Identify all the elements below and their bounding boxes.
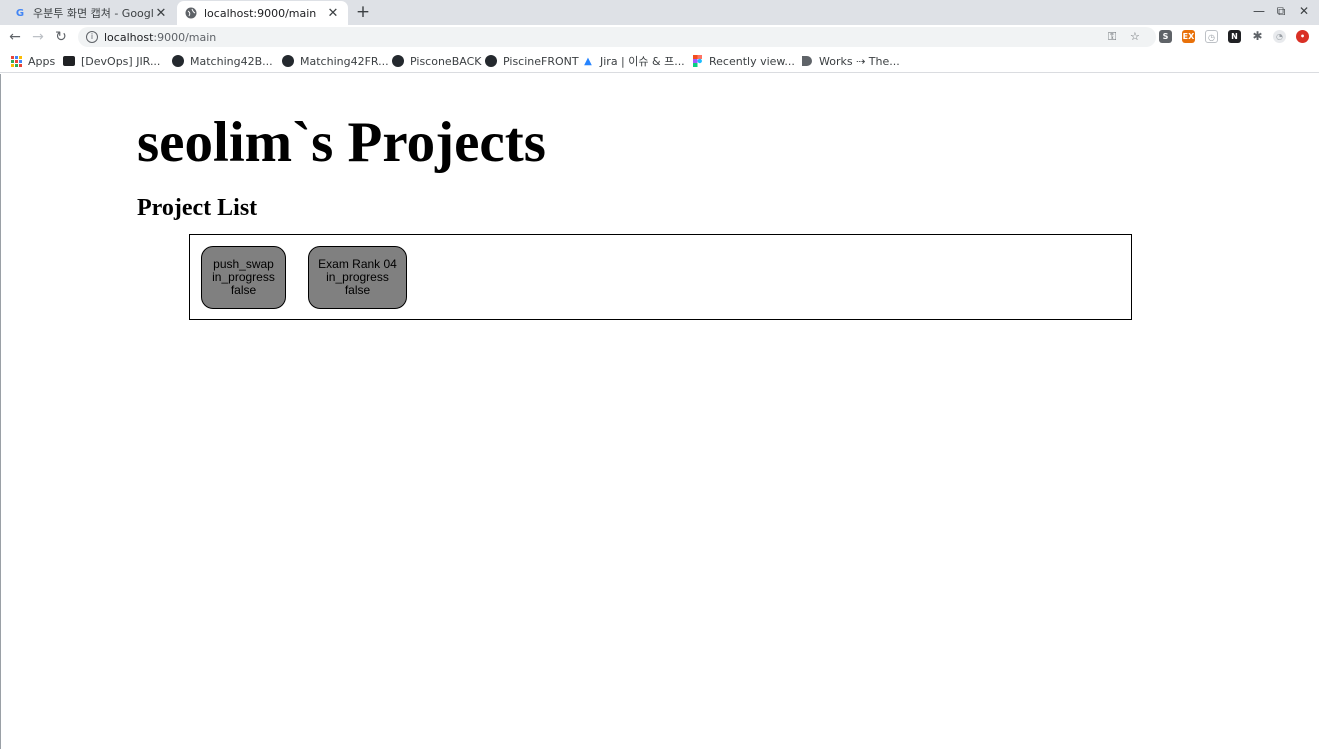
- project-flag: false: [230, 283, 257, 297]
- extension-s-icon[interactable]: S: [1159, 30, 1172, 43]
- extension-orange-icon[interactable]: EX: [1182, 30, 1195, 43]
- close-tab-icon[interactable]: ✕: [326, 6, 340, 21]
- tab-title: 우분투 화면 캡쳐 - Google 검색: [33, 7, 154, 20]
- page-viewport: seolim`s Projects Project List push_swap…: [0, 74, 1319, 749]
- address-bar[interactable]: i localhost:9000/main ⚿ ☆: [78, 27, 1156, 47]
- project-card[interactable]: Exam Rank 04 in_progress false: [308, 246, 407, 309]
- minimize-icon[interactable]: —: [1251, 4, 1267, 18]
- google-icon: G: [15, 7, 25, 19]
- bookmark-label: PiscineFRONT: [503, 54, 579, 68]
- bookmark-matching42b[interactable]: Matching42B...: [172, 53, 273, 69]
- tab-title: localhost:9000/main: [204, 6, 317, 20]
- bookmark-figma[interactable]: Recently view...: [691, 53, 795, 69]
- project-card[interactable]: push_swap in_progress false: [201, 246, 286, 309]
- forward-arrow-icon[interactable]: →: [29, 28, 47, 46]
- restore-icon[interactable]: ⧉: [1273, 4, 1289, 19]
- bookmark-label: Recently view...: [709, 54, 795, 68]
- tab-strip: G 우분투 화면 캡쳐 - Google 검색 ✕ localhost:9000…: [0, 0, 1319, 25]
- bookmarks-bar: Apps [DevOps] JIR... Matching42B... Matc…: [0, 49, 1319, 73]
- apps-grid-icon: [10, 55, 22, 67]
- bookmark-label: Matching42FR...: [300, 54, 389, 68]
- close-window-icon[interactable]: ✕: [1296, 4, 1312, 18]
- puzzle-icon[interactable]: ✱: [1251, 30, 1264, 43]
- bookmark-apps[interactable]: Apps: [10, 53, 55, 69]
- bookmark-label: Matching42B...: [190, 54, 273, 68]
- back-arrow-icon[interactable]: ←: [6, 28, 24, 46]
- tab-google-search[interactable]: G 우분투 화면 캡쳐 - Google 검색 ✕: [6, 1, 176, 25]
- bookmark-label: Works ⇢ The...: [819, 54, 900, 68]
- bookmark-piscinefront[interactable]: PiscineFRONT: [485, 53, 579, 69]
- github-icon: [485, 55, 497, 67]
- new-tab-button[interactable]: +: [354, 3, 372, 21]
- site-info-icon[interactable]: i: [86, 31, 98, 43]
- page-title: seolim`s Projects: [137, 111, 546, 174]
- github-icon: [392, 55, 404, 67]
- bookmark-jira[interactable]: ▲ Jira | 이슈 & 프...: [582, 53, 685, 69]
- bookmark-matching42fr[interactable]: Matching42FR...: [282, 53, 389, 69]
- notion-icon[interactable]: N: [1228, 30, 1241, 43]
- bookmark-pisconeback[interactable]: PisconeBACK: [392, 53, 481, 69]
- address-host: localhost: [104, 30, 154, 44]
- bookmark-devops-jira[interactable]: [DevOps] JIR...: [63, 53, 160, 69]
- tab-localhost[interactable]: localhost:9000/main ✕: [177, 1, 348, 25]
- bookmark-works[interactable]: Works ⇢ The...: [801, 53, 900, 69]
- github-icon: [172, 55, 184, 67]
- star-icon[interactable]: ☆: [1130, 27, 1140, 47]
- bookmark-label: Jira | 이슈 & 프...: [600, 55, 685, 68]
- jira-icon: ▲: [584, 55, 592, 67]
- extension-clock-icon[interactable]: ◷: [1205, 30, 1218, 43]
- bookmark-label: PisconeBACK: [410, 54, 482, 68]
- bookmark-label: [DevOps] JIR...: [81, 54, 161, 68]
- figma-icon: [691, 55, 703, 67]
- update-menu-icon[interactable]: •: [1296, 30, 1309, 43]
- profile-avatar-icon[interactable]: ◔: [1273, 30, 1286, 43]
- github-icon: [282, 55, 294, 67]
- bookmark-label: Apps: [28, 54, 56, 68]
- key-icon[interactable]: ⚿: [1108, 27, 1116, 47]
- project-flag: false: [344, 283, 371, 297]
- address-path: :9000/main: [153, 30, 217, 44]
- close-tab-icon[interactable]: ✕: [154, 6, 168, 21]
- works-icon: [801, 55, 813, 67]
- section-title: Project List: [137, 195, 258, 221]
- reload-icon[interactable]: ↻: [52, 28, 70, 46]
- browser-toolbar: ← → ↻ i localhost:9000/main ⚿ ☆ S EX ◷ N…: [0, 25, 1319, 49]
- devops-icon: [63, 55, 75, 67]
- globe-icon: [185, 7, 197, 19]
- project-list: push_swap in_progress false Exam Rank 04…: [189, 234, 1132, 320]
